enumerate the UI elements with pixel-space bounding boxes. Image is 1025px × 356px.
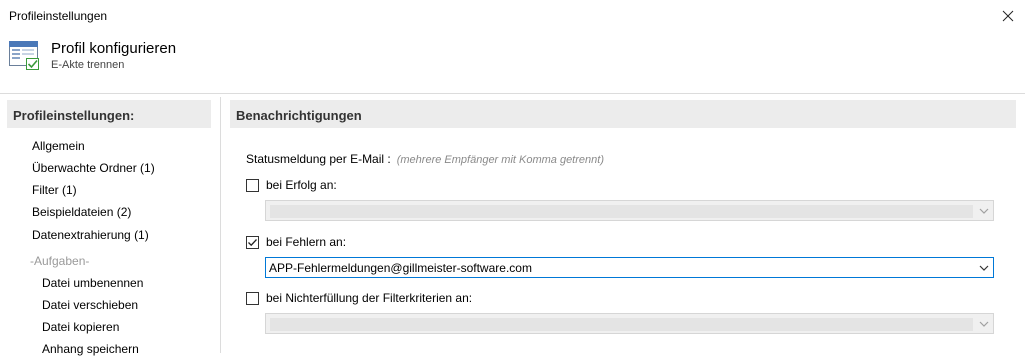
sidebar-heading: Profileinstellungen: (7, 100, 211, 128)
status-email-label: Statusmeldung per E-Mail : (mehrere Empfä… (246, 152, 604, 166)
error-email-text: APP-Fehlermeldungen@gillmeister-software… (269, 261, 532, 275)
filter-fail-checkbox-label: bei Nichterfüllung der Filterkriterien a… (266, 291, 473, 305)
filter-fail-checkbox[interactable] (246, 291, 259, 305)
error-checkbox[interactable] (246, 235, 259, 249)
sidebar-item-datei-kopieren[interactable]: Datei kopieren (42, 320, 119, 334)
dialog-title: Profil konfigurieren (51, 40, 177, 57)
status-email-text: Statusmeldung per E-Mail : (246, 152, 391, 166)
sidebar-item-filter[interactable]: Filter (1) (32, 183, 77, 197)
chevron-down-icon[interactable] (978, 263, 990, 273)
dialog-header: Profil konfigurieren E-Akte trennen (0, 31, 1025, 94)
close-icon (1002, 10, 1014, 21)
sidebar-item-datei-verschieben[interactable]: Datei verschieben (42, 298, 138, 312)
chevron-down-icon[interactable] (978, 206, 990, 216)
error-checkbox-label: bei Fehlern an: (266, 235, 347, 249)
error-email-combo[interactable]: APP-Fehlermeldungen@gillmeister-software… (265, 257, 994, 278)
sidebar-group-aufgaben: -Aufgaben- (30, 254, 90, 268)
filter-fail-email-combo[interactable] (265, 313, 994, 334)
sidebar-item-datei-umbenennen[interactable]: Datei umbenennen (42, 276, 143, 290)
close-button[interactable] (991, 0, 1025, 31)
settings-sidebar: Profileinstellungen: Allgemein Überwacht… (0, 94, 220, 356)
sidebar-item-beispieldateien[interactable]: Beispieldateien (2) (32, 205, 131, 219)
chevron-down-icon[interactable] (978, 319, 990, 329)
title-bar: Profileinstellungen (0, 0, 1025, 31)
success-email-field (270, 205, 973, 218)
sidebar-item-anhang-speichern[interactable]: Anhang speichern (42, 342, 139, 356)
success-checkbox-label: bei Erfolg an: (266, 178, 337, 192)
profile-settings-window: Profileinstellungen Profil konfigurieren… (0, 0, 1025, 356)
sidebar-item-datenextrahierung[interactable]: Datenextrahierung (1) (32, 228, 149, 242)
status-email-hint: (mehrere Empfänger mit Komma getrennt) (396, 154, 604, 166)
checkmark-icon (248, 238, 257, 246)
success-email-combo[interactable] (265, 200, 994, 221)
sidebar-item-ueberwachte-ordner[interactable]: Überwachte Ordner (1) (32, 161, 155, 175)
filter-fail-email-field (270, 318, 973, 331)
error-checkbox-row[interactable]: bei Fehlern an: (246, 235, 346, 249)
sidebar-item-allgemein[interactable]: Allgemein (32, 139, 85, 153)
dialog-subtitle: E-Akte trennen (51, 59, 125, 71)
success-checkbox[interactable] (246, 178, 259, 192)
success-checkbox-row[interactable]: bei Erfolg an: (246, 178, 337, 192)
window-title: Profileinstellungen (9, 9, 108, 23)
section-heading: Benachrichtigungen (230, 100, 1016, 128)
profile-config-icon (9, 41, 39, 70)
error-email-value[interactable]: APP-Fehlermeldungen@gillmeister-software… (269, 261, 532, 275)
notifications-panel: Benachrichtigungen Statusmeldung per E-M… (221, 94, 1025, 353)
filter-fail-checkbox-row[interactable]: bei Nichterfüllung der Filterkriterien a… (246, 291, 472, 305)
